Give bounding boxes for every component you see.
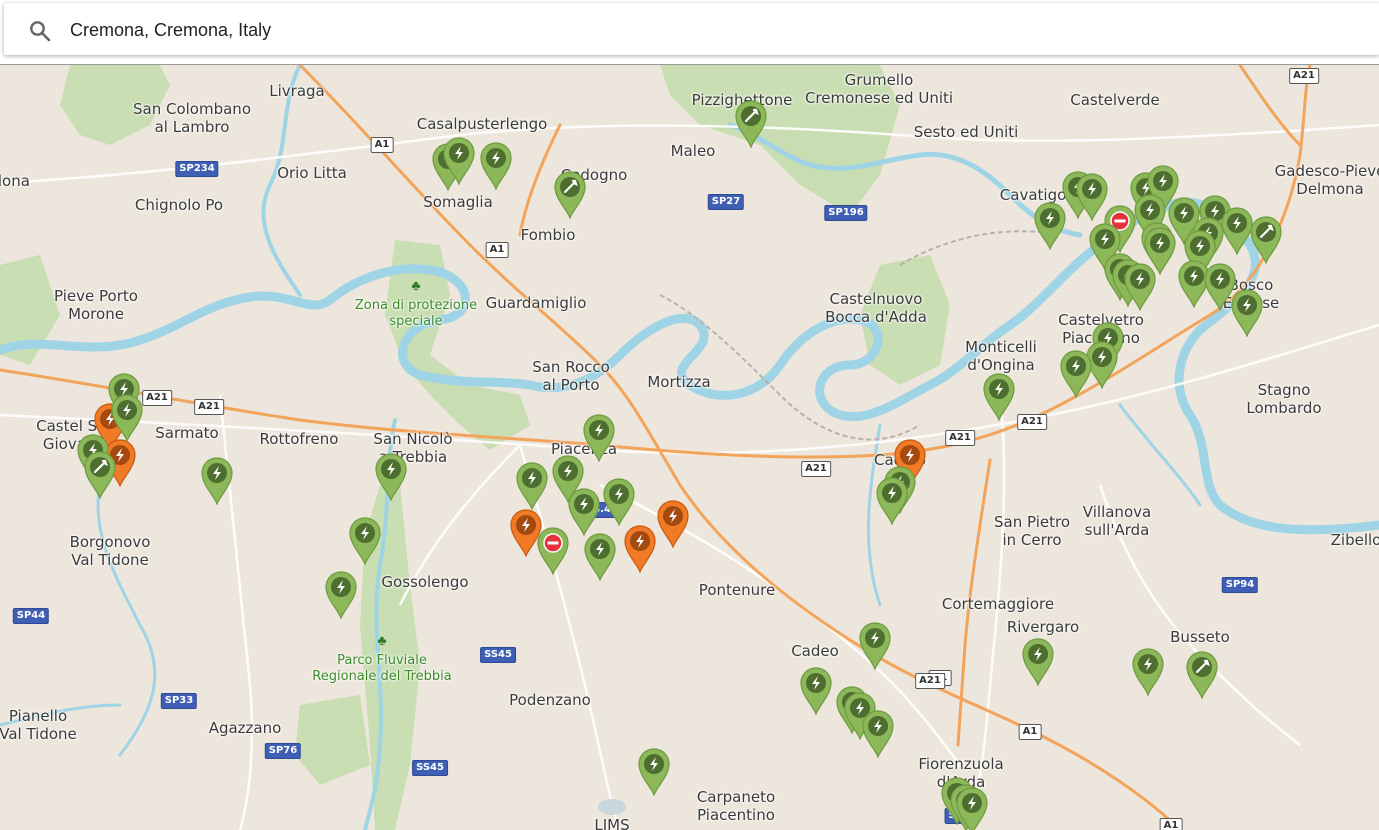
charging-station-marker[interactable] (108, 392, 146, 442)
place-label: Podenzano (509, 691, 591, 709)
place-label: Olona (0, 172, 30, 190)
road-shield: A21 (945, 430, 975, 446)
charging-station-marker[interactable] (322, 569, 360, 619)
search-bar (4, 3, 1379, 55)
charging-station-marker-busy[interactable] (507, 507, 545, 557)
place-label: Pieve Porto Morone (54, 287, 138, 323)
charging-station-marker[interactable] (873, 475, 911, 525)
charging-station-marker[interactable] (1121, 261, 1159, 311)
place-label: Pianello Val Tidone (0, 707, 77, 743)
road-shield: SP27 (707, 194, 745, 210)
road-shield: SP234 (175, 161, 219, 177)
park-tree-icon: ♣ (377, 632, 387, 648)
road-shield: SS45 (412, 760, 448, 776)
park-tree-icon: ♣ (411, 277, 421, 293)
place-label: Busseto (1170, 628, 1230, 646)
park-label: Parco Fluviale Regionale del Trebbia (312, 653, 452, 684)
place-label: San Pietro in Cerro (994, 513, 1070, 549)
place-label: Gossolengo (381, 573, 469, 591)
road-shield: A21 (142, 390, 172, 406)
road-shield: A21 (801, 461, 831, 477)
place-label: Gadesco-Pieve Delmona (1274, 162, 1379, 198)
road-shield: A1 (370, 137, 394, 153)
place-label: LIMS (594, 816, 630, 830)
place-label: Somaglia (423, 193, 493, 211)
service-station-marker[interactable] (551, 169, 589, 219)
road-shield: A21 (1017, 414, 1047, 430)
charging-station-marker[interactable] (1228, 287, 1266, 337)
road-shield: A1 (485, 242, 509, 258)
place-label: San Rocco al Porto (532, 358, 610, 394)
place-label: Sarmato (155, 424, 219, 442)
charging-station-marker[interactable] (953, 785, 991, 830)
charging-station-marker[interactable] (1031, 200, 1069, 250)
place-label: Casalpusterlengo (416, 115, 548, 133)
road-shield: SP44 (12, 608, 50, 624)
place-label: Cadeo (791, 642, 839, 660)
place-label: Guardamiglio (485, 294, 587, 312)
charging-station-marker[interactable] (797, 665, 835, 715)
place-label: Cortemaggiore (941, 595, 1055, 613)
charging-station-marker[interactable] (372, 451, 410, 501)
place-label: Zibello (1330, 531, 1379, 549)
search-icon[interactable] (28, 19, 52, 43)
search-input[interactable] (70, 13, 1350, 47)
road-shield: SP196 (824, 205, 868, 221)
service-station-marker[interactable] (81, 449, 119, 499)
road-shield: SS45 (480, 647, 516, 663)
road-shield: A21 (915, 673, 945, 689)
charging-station-marker[interactable] (980, 371, 1018, 421)
place-label: Mortizza (647, 373, 711, 391)
service-station-marker[interactable] (732, 98, 770, 148)
road-shield: SP76 (264, 743, 302, 759)
place-label: Carpaneto Piacentino (696, 788, 776, 824)
charging-station-marker[interactable] (1057, 348, 1095, 398)
place-label: Villanova sull'Arda (1082, 503, 1152, 539)
road-shield: SP94 (1221, 577, 1259, 593)
charging-station-marker[interactable] (346, 515, 384, 565)
service-station-marker[interactable] (1183, 649, 1221, 699)
place-label: Pontenure (698, 581, 776, 599)
charging-station-marker[interactable] (859, 708, 897, 758)
charging-station-marker[interactable] (440, 135, 478, 185)
place-label: Maleo (670, 142, 716, 160)
place-label: Sesto ed Uniti (913, 123, 1019, 141)
charging-station-marker[interactable] (635, 746, 673, 796)
charging-station-marker[interactable] (1129, 646, 1167, 696)
place-label: Castelverde (1070, 91, 1160, 109)
place-label: Castelnuovo Bocca d'Adda (825, 290, 927, 326)
charging-station-marker[interactable] (856, 620, 894, 670)
charging-station-marker[interactable] (513, 460, 551, 510)
place-label: San Colombano al Lambro (133, 100, 251, 136)
charging-station-marker[interactable] (565, 486, 603, 536)
map-canvas[interactable]: Livraga San Colombano al Lambro Orio Litta C… (0, 64, 1379, 830)
place-label: Grumello Cremonese ed Uniti (804, 71, 954, 107)
charging-station-marker[interactable] (600, 476, 638, 526)
charging-station-marker[interactable] (198, 455, 236, 505)
place-label: Rottofreno (259, 430, 339, 448)
park-label: Zona di protezione speciale (354, 298, 478, 329)
charging-station-marker[interactable] (477, 140, 515, 190)
place-label: Agazzano (208, 719, 282, 737)
charging-station-marker-busy[interactable] (621, 523, 659, 573)
charging-station-marker[interactable] (1019, 636, 1057, 686)
place-label: Fombio (520, 226, 576, 244)
place-label: Orio Litta (277, 164, 347, 182)
place-label: Stagno Lombardo (1246, 381, 1322, 417)
charging-station-marker[interactable] (581, 531, 619, 581)
place-label: Rivergaro (1006, 618, 1080, 636)
road-shield: A21 (1289, 68, 1319, 84)
road-shield: SP33 (160, 693, 198, 709)
place-label: Monticelli d'Ongina (965, 338, 1037, 374)
road-shield: A21 (194, 399, 224, 415)
place-label: Chignolo Po (134, 196, 224, 214)
place-label: Livraga (269, 82, 325, 100)
place-label: Borgonovo Val Tidone (69, 533, 151, 569)
road-shield: A1 (1018, 724, 1042, 740)
service-station-marker[interactable] (1247, 214, 1285, 264)
charging-station-marker-busy[interactable] (654, 498, 692, 548)
road-shield: A1 (1159, 818, 1183, 830)
